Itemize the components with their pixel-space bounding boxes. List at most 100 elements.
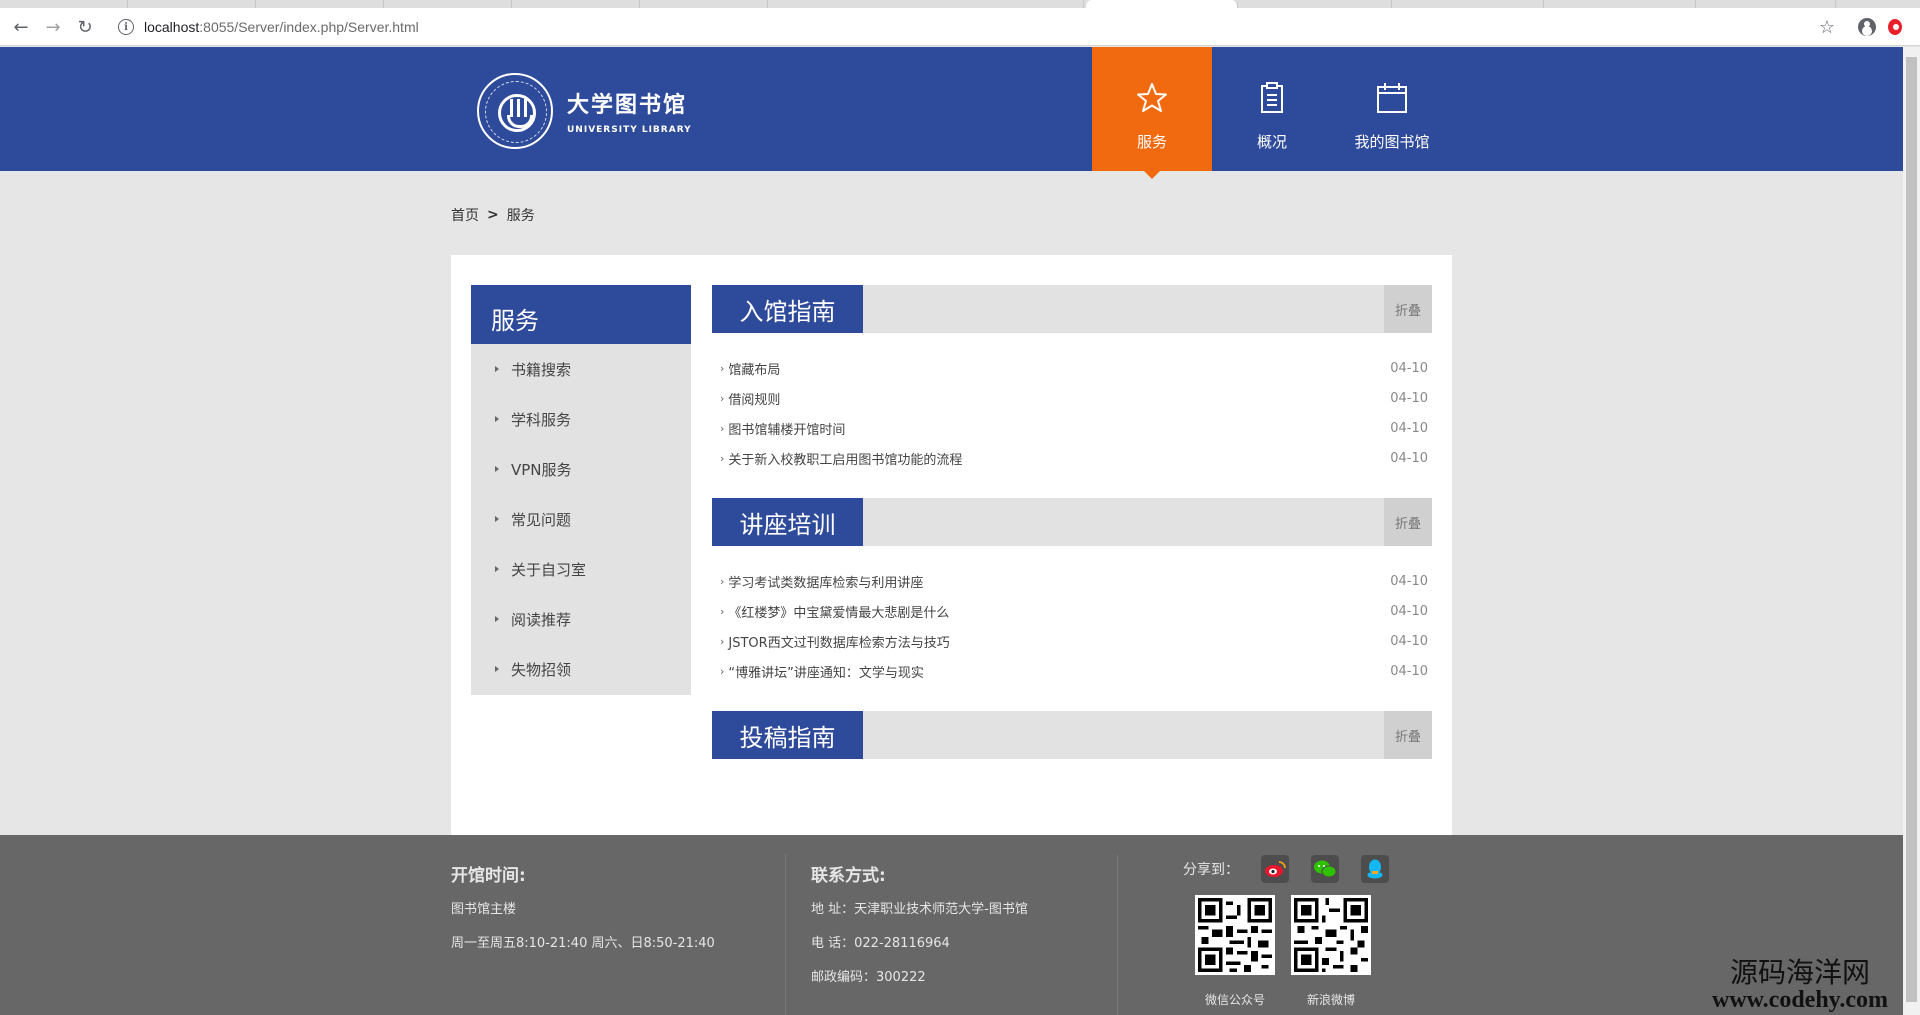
sidebar-item-label: 关于自习室 — [511, 560, 587, 579]
section-title: 入馆指南 — [712, 285, 863, 333]
sidebar-item-label: 失物招领 — [511, 660, 572, 679]
bullet-icon — [495, 616, 499, 622]
bullet-icon — [495, 466, 499, 472]
main-nav: 服务 概况 我的图书馆 — [1092, 47, 1452, 179]
nav-item-my-library[interactable]: 我的图书馆 — [1332, 47, 1452, 171]
share-label: 分享到： — [1183, 862, 1239, 878]
list-item-date: 04-10 — [1390, 390, 1428, 406]
sidebar-item-faq[interactable]: 常见问题 — [471, 494, 691, 544]
sidebar-item-study-room[interactable]: 关于自习室 — [471, 544, 691, 594]
scrollbar-thumb[interactable] — [1906, 57, 1917, 1002]
list-item-date: 04-10 — [1390, 663, 1428, 679]
chevron-right-icon: › — [720, 604, 725, 618]
sidebar-item-label: VPN服务 — [511, 460, 572, 479]
chevron-right-icon: › — [720, 574, 725, 588]
bullet-icon — [495, 666, 499, 672]
chevron-right-icon: › — [720, 361, 725, 375]
browser-tab[interactable] — [768, 0, 1084, 8]
list-item[interactable]: › “博雅讲坛”讲座通知：文学与现实 04-10 — [712, 656, 1432, 686]
list-item-title[interactable]: 图书馆辅楼开馆时间 — [728, 419, 845, 438]
watermark-cn: 源码海洋网 — [1729, 958, 1870, 989]
chevron-right-icon: › — [720, 391, 725, 405]
browser-tab[interactable] — [1240, 0, 1392, 8]
section-lectures: 讲座培训 折叠 › 学习考试类数据库检索与利用讲座 04-10 › 《红楼梦》中宝黛爱… — [712, 498, 1432, 686]
browser-tab[interactable] — [128, 0, 256, 8]
sidebar-item-label: 常见问题 — [511, 510, 572, 529]
list-item[interactable]: › 《红楼梦》中宝黛爱情最大悲剧是什么 04-10 — [712, 596, 1432, 626]
bullet-icon — [495, 416, 499, 422]
weibo-qr-code — [1291, 895, 1371, 975]
fold-button[interactable]: 折叠 — [1384, 498, 1432, 546]
list-item[interactable]: › 学习考试类数据库检索与利用讲座 04-10 — [712, 566, 1432, 596]
bullet-icon — [495, 566, 499, 572]
browser-tab[interactable] — [512, 0, 640, 8]
back-arrow-icon[interactable]: ← — [10, 16, 32, 38]
chevron-right-icon: › — [720, 451, 725, 465]
list-item-title[interactable]: 馆藏布局 — [728, 359, 780, 378]
nav-item-services[interactable]: 服务 — [1092, 47, 1212, 179]
footer-hours: 开馆时间: 图书馆主楼 周一至周五8:10-21:40 周六、日8:50-21:… — [451, 861, 715, 966]
sidebar-item-reading[interactable]: 阅读推荐 — [471, 594, 691, 644]
content-panel: 服务 书籍搜索 学科服务 VPN服务 常见问题 关于自习室 阅读推荐 失物招领 … — [451, 255, 1452, 835]
browser-tab-strip — [0, 0, 1920, 8]
breadcrumb-separator: > — [487, 207, 499, 223]
list-item[interactable]: › JSTOR西文过刊数据库检索方法与技巧 04-10 — [712, 626, 1432, 656]
list-item-title[interactable]: 《红楼梦》中宝黛爱情最大悲剧是什么 — [728, 602, 949, 621]
bookmark-star-icon[interactable]: ☆ — [1816, 16, 1838, 38]
sidebar-item-book-search[interactable]: 书籍搜索 — [471, 344, 691, 394]
nav-label: 服务 — [1136, 133, 1167, 151]
page-scrollbar[interactable] — [1903, 47, 1920, 1015]
breadcrumb-home-link[interactable]: 首页 — [451, 205, 479, 225]
list-item-date: 04-10 — [1390, 603, 1428, 619]
browser-tab[interactable] — [1696, 0, 1836, 8]
reload-icon[interactable]: ↻ — [74, 16, 96, 38]
browser-tab[interactable] — [1392, 0, 1544, 8]
sidebar-item-label: 学科服务 — [511, 410, 572, 429]
sidebar-item-label: 阅读推荐 — [511, 610, 572, 629]
browser-tab[interactable] — [1544, 0, 1696, 8]
browser-tab[interactable] — [384, 0, 512, 8]
list-item-title[interactable]: “博雅讲坛”讲座通知：文学与现实 — [728, 662, 923, 681]
address-bar[interactable]: i localhost:8055/Server/index.php/Server… — [110, 12, 1840, 42]
extension-icon[interactable] — [1888, 16, 1902, 38]
footer-postcode: 邮政编码：300222 — [811, 970, 926, 985]
sidebar-title: 服务 — [471, 285, 691, 344]
browser-tab[interactable] — [0, 0, 128, 8]
footer-address: 地 址：天津职业技术师范大学-图书馆 — [811, 902, 1028, 917]
library-logo[interactable]: 大学图书馆 UNIVERSITY LIBRARY — [477, 73, 692, 149]
account-icon[interactable] — [1856, 16, 1878, 38]
clipboard-icon — [1255, 81, 1289, 115]
url-host: localhost — [144, 19, 200, 35]
info-icon[interactable]: i — [118, 19, 134, 35]
footer-phone: 电 话：022-28116964 — [811, 936, 950, 951]
logo-subtitle: UNIVERSITY LIBRARY — [567, 125, 692, 135]
list-item[interactable]: › 图书馆辅楼开馆时间 04-10 — [712, 413, 1432, 443]
nav-item-overview[interactable]: 概况 — [1212, 47, 1332, 171]
weibo-icon[interactable] — [1261, 855, 1289, 883]
fold-button[interactable]: 折叠 — [1384, 711, 1432, 759]
list-item-title[interactable]: 借阅规则 — [728, 389, 780, 408]
list-item-date: 04-10 — [1390, 420, 1428, 436]
sidebar-item-label: 书籍搜索 — [511, 360, 572, 379]
breadcrumb-current: 服务 — [506, 208, 535, 224]
browser-tab[interactable] — [256, 0, 384, 8]
list-item-date: 04-10 — [1390, 633, 1428, 649]
url-path: :8055/Server/index.php/Server.html — [199, 19, 419, 35]
sidebar-item-vpn[interactable]: VPN服务 — [471, 444, 691, 494]
list-item[interactable]: › 关于新入校教职工启用图书馆功能的流程 04-10 — [712, 443, 1432, 473]
browser-tab-active[interactable] — [1086, 0, 1238, 8]
list-item[interactable]: › 借阅规则 04-10 — [712, 383, 1432, 413]
chevron-right-icon: › — [720, 634, 725, 648]
sidebar-item-lost-found[interactable]: 失物招领 — [471, 644, 691, 694]
fold-button[interactable]: 折叠 — [1384, 285, 1432, 333]
forward-arrow-icon[interactable]: → — [42, 16, 64, 38]
wechat-qr-code — [1195, 895, 1275, 975]
wechat-icon[interactable] — [1311, 855, 1339, 883]
list-item-title[interactable]: 关于新入校教职工启用图书馆功能的流程 — [728, 449, 962, 468]
list-item-title[interactable]: JSTOR西文过刊数据库检索方法与技巧 — [728, 632, 949, 651]
qq-icon[interactable] — [1361, 855, 1389, 883]
list-item[interactable]: › 馆藏布局 04-10 — [712, 353, 1432, 383]
browser-tab[interactable] — [640, 0, 768, 8]
list-item-title[interactable]: 学习考试类数据库检索与利用讲座 — [728, 572, 923, 591]
sidebar-item-subject-service[interactable]: 学科服务 — [471, 394, 691, 444]
